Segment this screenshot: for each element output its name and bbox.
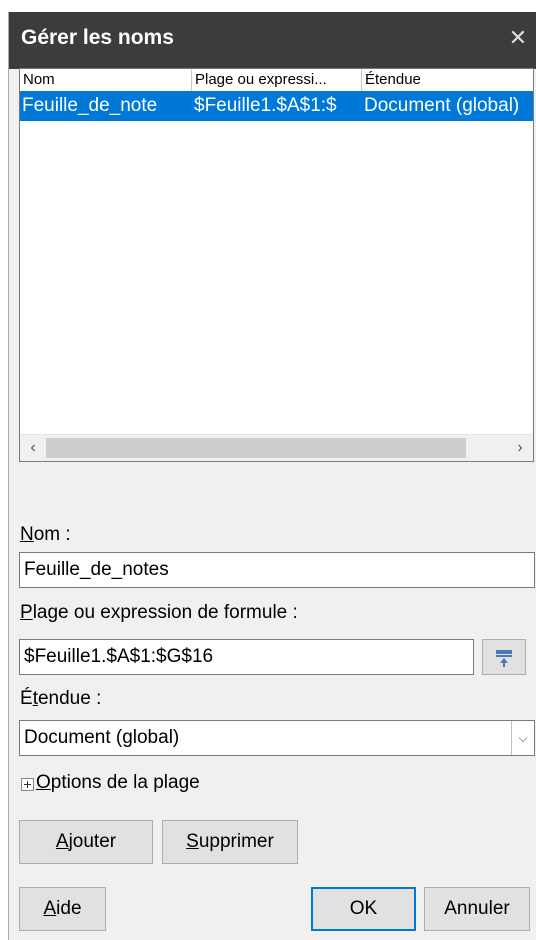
title-bar: Gérer les noms ✕ <box>9 12 536 69</box>
dialog-title: Gérer les noms <box>21 26 174 49</box>
range-field[interactable]: $Feuille1.$A$1:$G$16 <box>19 639 474 675</box>
manage-names-dialog: Gérer les noms ✕ Nom Plage ou expressi..… <box>8 12 536 940</box>
table-row[interactable]: Feuille_de_note $Feuille1.$A$1:$ Documen… <box>20 91 533 121</box>
column-header-range[interactable]: Plage ou expressi... <box>192 69 362 91</box>
names-list[interactable]: Nom Plage ou expressi... Étendue Feuille… <box>19 68 534 462</box>
column-header-name[interactable]: Nom <box>20 69 192 91</box>
range-options-toggle[interactable]: Options de la plage <box>36 772 200 794</box>
plus-box-icon[interactable] <box>21 778 34 791</box>
scroll-left-icon[interactable]: ‹ <box>22 437 44 459</box>
scope-select[interactable]: Document (global) ⌵ <box>19 720 535 756</box>
close-icon[interactable]: ✕ <box>507 27 529 49</box>
horizontal-scrollbar[interactable]: ‹ › <box>20 434 533 461</box>
delete-button[interactable]: Supprimer <box>162 820 298 864</box>
list-header: Nom Plage ou expressi... Étendue <box>20 69 533 92</box>
cancel-button[interactable]: Annuler <box>424 887 530 931</box>
scope-label: Étendue : <box>20 688 102 709</box>
scroll-thumb[interactable] <box>46 438 466 458</box>
ok-button[interactable]: OK <box>311 887 416 931</box>
scope-select-value: Document (global) <box>24 727 180 748</box>
add-button[interactable]: Ajouter <box>19 820 153 864</box>
row-range-cell: $Feuille1.$A$1:$ <box>194 95 337 116</box>
column-header-scope[interactable]: Étendue <box>362 69 533 91</box>
row-scope-cell: Document (global) <box>364 95 520 116</box>
help-button[interactable]: Aide <box>19 887 106 931</box>
shrink-button[interactable] <box>482 639 526 675</box>
row-name-cell: Feuille_de_note <box>22 95 158 116</box>
name-label: Nom : <box>20 524 71 545</box>
chevron-down-icon[interactable]: ⌵ <box>511 721 534 755</box>
name-field[interactable]: Feuille_de_notes <box>19 552 535 588</box>
scroll-right-icon[interactable]: › <box>509 437 531 459</box>
range-label: Plage ou expression de formule : <box>20 602 298 623</box>
shrink-icon <box>496 650 512 667</box>
